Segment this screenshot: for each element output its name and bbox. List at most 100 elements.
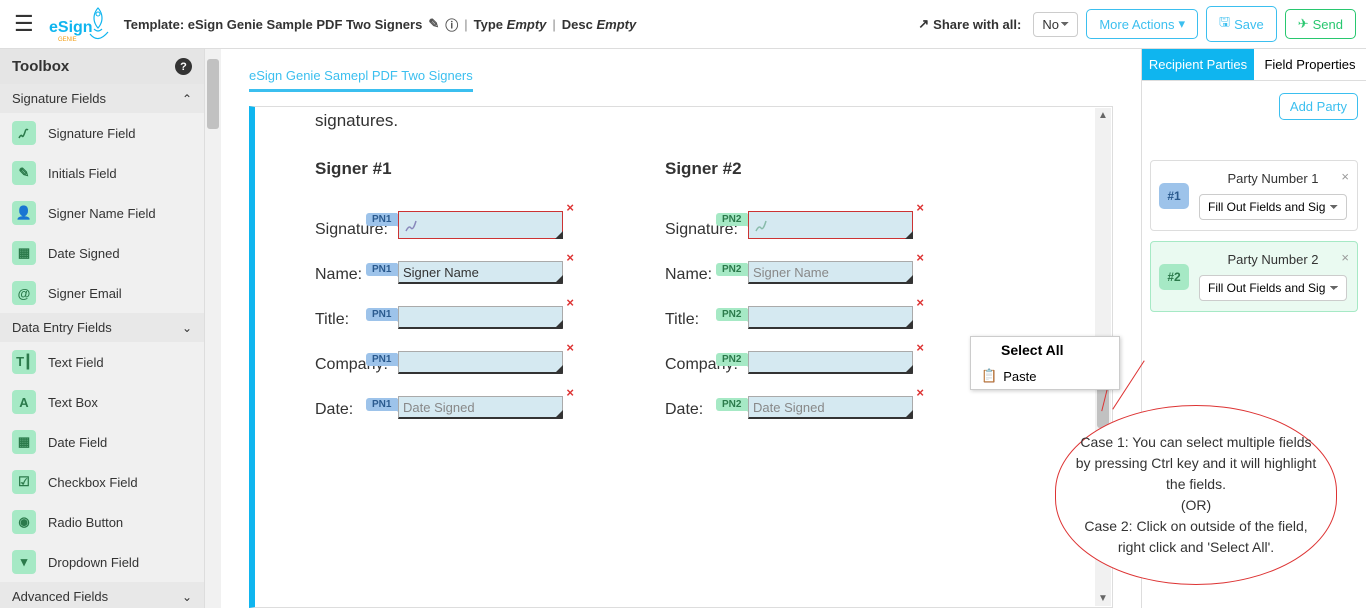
resize-handle[interactable] xyxy=(905,275,913,283)
date-field-pn1[interactable]: Date Signed xyxy=(398,396,563,419)
delete-field-icon[interactable]: × xyxy=(916,200,924,215)
resize-handle[interactable] xyxy=(555,275,563,283)
calendar-icon: ▦ xyxy=(12,241,36,265)
signer1-heading: Signer #1 xyxy=(315,159,665,179)
signer2-heading: Signer #2 xyxy=(665,159,1015,179)
section-signature-fields[interactable]: Signature Fields ⌃ xyxy=(0,84,204,113)
add-party-button[interactable]: Add Party xyxy=(1279,93,1358,120)
delete-field-icon[interactable]: × xyxy=(916,295,924,310)
logo[interactable]: eSign GENIE xyxy=(46,4,116,44)
section-advanced-fields[interactable]: Advanced Fields ⌄ xyxy=(0,582,204,608)
context-paste[interactable]: 📋 Paste xyxy=(971,363,1119,389)
signer1-column: Signer #1 Signature: PN1 × xyxy=(315,159,665,441)
tool-signer-name-field[interactable]: 👤 Signer Name Field xyxy=(0,193,204,233)
doc-tab-active[interactable]: eSign Genie Samepl PDF Two Signers xyxy=(249,62,473,92)
pencil-icon[interactable]: ✎ xyxy=(428,16,439,32)
delete-field-icon[interactable]: × xyxy=(916,385,924,400)
divider: | xyxy=(552,17,555,32)
field-row-company: Company: PN1 × xyxy=(315,351,665,374)
party-badge-2: #2 xyxy=(1159,264,1189,290)
context-select-all[interactable]: Select All xyxy=(971,337,1119,363)
party-title-1: Party Number 1 xyxy=(1199,171,1347,186)
party-card-2[interactable]: × #2 Party Number 2 Fill Out Fields and … xyxy=(1150,241,1358,312)
callout-line1: Case 1: You can select multiple fields b… xyxy=(1074,432,1318,495)
tool-checkbox-field[interactable]: ☑ Checkbox Field xyxy=(0,462,204,502)
share-select[interactable]: No xyxy=(1033,12,1078,37)
delete-field-icon[interactable]: × xyxy=(566,340,574,355)
tool-dropdown-field[interactable]: ▾ Dropdown Field xyxy=(0,542,204,582)
resize-handle[interactable] xyxy=(905,410,913,418)
app-header: ☰ eSign GENIE Template: eSign Genie Samp… xyxy=(0,0,1366,49)
resize-handle[interactable] xyxy=(905,231,913,239)
toolbox-scrollbar[interactable] xyxy=(205,49,221,608)
name-field-pn1[interactable]: Signer Name xyxy=(398,261,563,284)
send-icon: ✈ xyxy=(1298,16,1309,32)
delete-field-icon[interactable]: × xyxy=(916,340,924,355)
tool-initials-field[interactable]: ✎ Initials Field xyxy=(0,153,204,193)
resize-handle[interactable] xyxy=(905,320,913,328)
title-field-pn1[interactable] xyxy=(398,306,563,329)
type-label: Type Empty xyxy=(474,17,547,32)
name-field-pn2[interactable]: Signer Name xyxy=(748,261,913,284)
tool-signature-field[interactable]: Signature Field xyxy=(0,113,204,153)
close-icon[interactable]: × xyxy=(1341,250,1349,265)
signature-field-pn1[interactable] xyxy=(398,211,563,239)
tool-signer-email[interactable]: @ Signer Email xyxy=(0,273,204,313)
save-button[interactable]: 🖫 Save xyxy=(1206,6,1277,42)
resize-handle[interactable] xyxy=(555,410,563,418)
svg-text:GENIE: GENIE xyxy=(58,37,77,43)
delete-field-icon[interactable]: × xyxy=(566,295,574,310)
share-label: ↗ Share with all: xyxy=(918,16,1021,32)
tool-date-signed[interactable]: ▦ Date Signed xyxy=(0,233,204,273)
date-field-pn2[interactable]: Date Signed xyxy=(748,396,913,419)
company-field-pn2[interactable] xyxy=(748,351,913,374)
section-data-entry-fields[interactable]: Data Entry Fields ⌄ xyxy=(0,313,204,342)
scroll-up-icon[interactable]: ▲ xyxy=(1098,110,1108,121)
title-field-pn2[interactable] xyxy=(748,306,913,329)
party-card-1[interactable]: × #1 Party Number 1 Fill Out Fields and … xyxy=(1150,160,1358,231)
party-tag-pn1: PN1 xyxy=(366,213,397,226)
help-icon[interactable]: ? xyxy=(175,58,192,75)
tab-recipient-parties[interactable]: Recipient Parties xyxy=(1142,49,1254,80)
party-tag-pn2: PN2 xyxy=(716,353,747,366)
chevron-down-icon: ⌄ xyxy=(182,321,192,335)
divider: | xyxy=(464,17,467,32)
hamburger-icon[interactable]: ☰ xyxy=(10,7,38,41)
signature-icon xyxy=(403,215,423,235)
delete-field-icon[interactable]: × xyxy=(566,385,574,400)
callout-line2: Case 2: Click on outside of the field, r… xyxy=(1074,516,1318,558)
tool-radio-button[interactable]: ◉ Radio Button xyxy=(0,502,204,542)
more-actions-button[interactable]: More Actions ▾ xyxy=(1086,9,1198,39)
instruction-callout: Case 1: You can select multiple fields b… xyxy=(1055,405,1337,585)
resize-handle[interactable] xyxy=(905,365,913,373)
resize-handle[interactable] xyxy=(555,365,563,373)
tool-text-box[interactable]: A Text Box xyxy=(0,382,204,422)
resize-handle[interactable] xyxy=(555,320,563,328)
scroll-down-icon[interactable]: ▼ xyxy=(1098,593,1108,604)
field-row-company: Company: PN2 × xyxy=(665,351,1015,374)
signature-field-pn2[interactable] xyxy=(748,211,913,239)
field-row-name: Name: PN2 Signer Name × xyxy=(665,261,1015,284)
text-cursor-icon: T┃ xyxy=(12,350,36,374)
company-field-pn1[interactable] xyxy=(398,351,563,374)
delete-field-icon[interactable]: × xyxy=(916,250,924,265)
field-row-title: Title: PN2 × xyxy=(665,306,1015,329)
chevron-down-icon: ▾ xyxy=(1178,16,1185,32)
at-icon: @ xyxy=(12,281,36,305)
close-icon[interactable]: × xyxy=(1341,169,1349,184)
person-icon: 👤 xyxy=(12,201,36,225)
party-role-select-2[interactable]: Fill Out Fields and Sig xyxy=(1199,275,1347,301)
party-role-select-1[interactable]: Fill Out Fields and Sig xyxy=(1199,194,1347,220)
field-row-date: Date: PN1 Date Signed × xyxy=(315,396,665,419)
scrollbar-thumb[interactable] xyxy=(207,59,219,129)
tab-field-properties[interactable]: Field Properties xyxy=(1254,49,1366,80)
field-row-name: Name: PN1 Signer Name × xyxy=(315,261,665,284)
tool-text-field[interactable]: T┃ Text Field xyxy=(0,342,204,382)
delete-field-icon[interactable]: × xyxy=(566,200,574,215)
resize-handle[interactable] xyxy=(555,231,563,239)
tool-date-field[interactable]: ▦ Date Field xyxy=(0,422,204,462)
help-icon[interactable]: ⓘ xyxy=(445,15,458,34)
party-tag-pn1: PN1 xyxy=(366,398,397,411)
delete-field-icon[interactable]: × xyxy=(566,250,574,265)
send-button[interactable]: ✈ Send xyxy=(1285,9,1356,39)
